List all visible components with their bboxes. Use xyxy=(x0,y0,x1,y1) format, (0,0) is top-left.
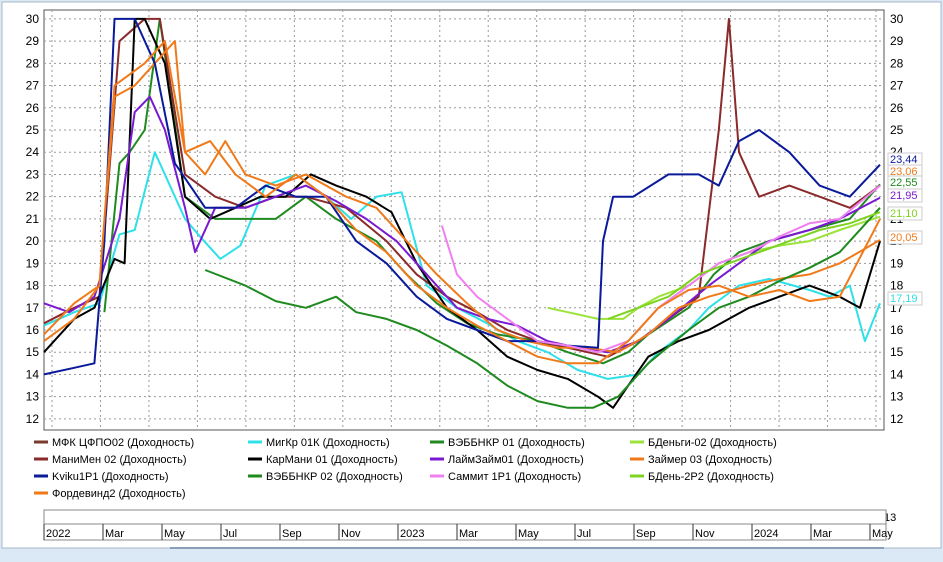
last-value-label: 21,10 xyxy=(890,208,918,220)
x-tick-month-label: Nov xyxy=(695,528,715,540)
legend-item: Саммит 1Р1 (Доходность) xyxy=(448,471,581,483)
y-tick-label-right: 14 xyxy=(890,367,904,381)
x-tick-month-label: Sep xyxy=(282,528,302,540)
legend-item: МФК ЦФПО02 (Доходность) xyxy=(52,437,194,449)
legend-item: МигКр 01К (Доходность) xyxy=(266,437,390,449)
y-tick-label-left: 13 xyxy=(26,390,40,404)
y-tick-label-right: 26 xyxy=(890,101,904,115)
legend-item: КарМани 01 (Доходность) xyxy=(266,454,398,466)
x-tick-month-label: May xyxy=(518,528,539,540)
y-tick-label-left: 23 xyxy=(26,167,40,181)
x-tick-month-label: May xyxy=(164,528,185,540)
y-tick-label-right: 19 xyxy=(890,256,904,270)
legend-item: Фордевинд2 (Доходность) xyxy=(52,488,186,500)
last-value-label: 21,95 xyxy=(890,190,918,202)
y-tick-label-left: 16 xyxy=(26,323,40,337)
y-tick-label-left: 21 xyxy=(26,212,40,226)
y-tick-label-right: 25 xyxy=(890,123,904,137)
yield-chart: 1212131314141515161617171818191920202121… xyxy=(1,1,942,549)
y-tick-label-right: 15 xyxy=(890,345,904,359)
legend-item: БДень-2Р2 (Доходность) xyxy=(648,471,774,483)
y-tick-label-right: 12 xyxy=(890,412,904,426)
legend-item: Займер 03 (Доходность) xyxy=(648,454,772,466)
y-tick-label-left: 22 xyxy=(26,190,40,204)
y-tick-label-right: 27 xyxy=(890,79,904,93)
y-tick-label-left: 20 xyxy=(26,234,40,248)
legend-item: ВЭББНКР 02 (Доходность) xyxy=(266,471,403,483)
y-tick-label-left: 14 xyxy=(26,367,40,381)
y-tick-label-left: 15 xyxy=(26,345,40,359)
last-value-label: 17,19 xyxy=(890,293,918,305)
x-tick-month-label: Mar xyxy=(813,528,832,540)
y-tick-label-left: 27 xyxy=(26,79,40,93)
last-value-label: 23,44 xyxy=(890,154,918,166)
y-tick-label-left: 17 xyxy=(26,301,40,315)
y-tick-label-right: 16 xyxy=(890,323,904,337)
y-tick-label-right: 28 xyxy=(890,56,904,70)
y-tick-label-left: 26 xyxy=(26,101,40,115)
x-tick-month-label: 2024 xyxy=(754,528,778,540)
x-tick-month-label: 2023 xyxy=(400,528,424,540)
last-value-label: 20,05 xyxy=(890,232,918,244)
legend-item: Kviku1P1 (Доходность) xyxy=(52,471,169,483)
y-tick-label-left: 30 xyxy=(26,12,40,26)
x-tick-month-label: Jul xyxy=(577,528,591,540)
x-tick-month-label: Nov xyxy=(341,528,361,540)
y-tick-label-right: 30 xyxy=(890,12,904,26)
y-tick-label-left: 19 xyxy=(26,256,40,270)
legend-item: ЛаймЗайм01 (Доходность) xyxy=(448,454,584,466)
y-tick-label-right: 13 xyxy=(890,390,904,404)
chart-frame: 1212131314141515161617171818191920202121… xyxy=(0,0,943,562)
x-tick-month-label: Mar xyxy=(459,528,478,540)
y-tick-label-left: 24 xyxy=(26,145,40,159)
y-tick-label-left: 12 xyxy=(26,412,40,426)
legend-item: ВЭББНКР 01 (Доходность) xyxy=(448,437,585,449)
y-tick-label-left: 29 xyxy=(26,34,40,48)
x-tick-month-label: 2022 xyxy=(46,528,70,540)
y-tick-label-right: 18 xyxy=(890,279,904,293)
legend-item: МаниМен 02 (Доходность) xyxy=(52,454,186,466)
y-tick-label-left: 25 xyxy=(26,123,40,137)
x-tick-month-label: Sep xyxy=(636,528,656,540)
x-axis-day-row xyxy=(43,509,887,525)
last-value-label: 22,55 xyxy=(890,177,918,189)
legend-item: БДеньги-02 (Доходность) xyxy=(648,437,777,449)
y-tick-label-right: 29 xyxy=(890,34,904,48)
y-tick-label-left: 28 xyxy=(26,56,40,70)
y-tick-label-left: 18 xyxy=(26,279,40,293)
x-tick-month-label: May xyxy=(872,528,893,540)
x-tick-month-label: Mar xyxy=(105,528,124,540)
x-tick-month-label: Jul xyxy=(223,528,237,540)
